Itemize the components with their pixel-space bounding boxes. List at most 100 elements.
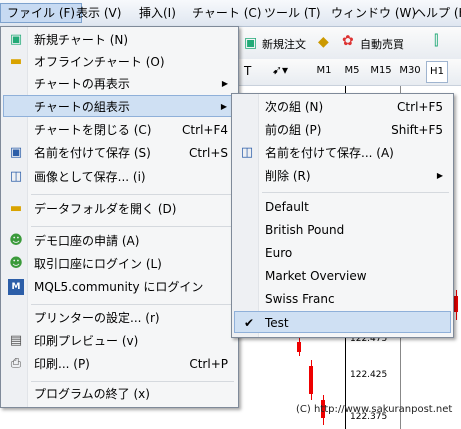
print-preview-icon: ▤ bbox=[9, 333, 23, 348]
file-menu: ▣ 新規チャート (N) ▬ オフラインチャート (O) チャートの再表示 ▶ … bbox=[0, 26, 239, 408]
menu-item-label: 前の組 (P) bbox=[265, 123, 322, 137]
menu-item-shortcut: Ctrl+F5 bbox=[397, 100, 443, 114]
menu-bar: ファイル (F) 表示 (V) 挿入(I) チャート (C) ツール (T) ウ… bbox=[0, 0, 461, 27]
menu-view[interactable]: 表示 (V) bbox=[70, 4, 127, 22]
menu-tools[interactable]: ツール (T) bbox=[258, 4, 327, 22]
user-login-icon: ☻ bbox=[9, 256, 23, 271]
menu-item-profile-test[interactable]: ✔ Test bbox=[234, 311, 451, 333]
save-icon: ▣ bbox=[9, 145, 23, 160]
menu-item-label: Euro bbox=[265, 246, 293, 260]
menu-item-label: プログラムの終了 (x) bbox=[34, 387, 150, 401]
menu-item-label: デモ口座の申請 (A) bbox=[34, 234, 140, 248]
menu-item-label: チャートの再表示 bbox=[34, 77, 130, 91]
menu-item-label: British Pound bbox=[265, 223, 345, 237]
mql5-icon: M bbox=[8, 279, 24, 295]
timeframe-m30[interactable]: M30 bbox=[397, 61, 423, 81]
menu-item-new-chart[interactable]: ▣ 新規チャート (N) bbox=[3, 29, 236, 51]
menu-item-label: 削除 (R) bbox=[265, 169, 311, 183]
standard-toolbar: ▣ 新規注文 ◆ ✿ 自動売買 ⫿ bbox=[238, 27, 461, 60]
menu-item-profiles[interactable]: チャートの組表示 ▶ bbox=[3, 95, 236, 117]
menu-item-label: MQL5.community にログイン bbox=[34, 280, 204, 294]
submenu-arrow-icon: ▶ bbox=[221, 79, 228, 88]
menu-item-print[interactable]: ⎙ 印刷... (P) Ctrl+P bbox=[3, 353, 236, 375]
menu-item-reshow-chart[interactable]: チャートの再表示 ▶ bbox=[3, 73, 236, 95]
menu-item-label: 名前を付けて保存... (A) bbox=[265, 146, 394, 160]
folder-icon: ▬ bbox=[9, 54, 23, 69]
menu-item-trade-login[interactable]: ☻ 取引口座にログイン (L) bbox=[3, 253, 236, 275]
menu-item-label: 印刷... (P) bbox=[34, 357, 90, 371]
menu-item-save-profile[interactable]: ◫ 名前を付けて保存... (A) bbox=[234, 142, 451, 164]
user-add-icon: ☻ bbox=[9, 233, 23, 248]
menu-item-label: Default bbox=[265, 200, 309, 214]
menu-item-label: オフラインチャート (O) bbox=[34, 55, 165, 69]
menu-item-printer-setup[interactable]: プリンターの設定... (r) bbox=[3, 307, 236, 329]
menu-item-label: 次の組 (N) bbox=[265, 100, 324, 114]
profiles-submenu: 次の組 (N) Ctrl+F5 前の組 (P) Shift+F5 ◫ 名前を付け… bbox=[231, 93, 454, 338]
menu-item-shortcut: Ctrl+P bbox=[189, 357, 228, 371]
menu-item-label: 印刷プレビュー (v) bbox=[34, 334, 139, 348]
menu-item-label: Test bbox=[265, 316, 289, 330]
menu-item-profile-euro[interactable]: Euro bbox=[234, 242, 451, 264]
timeframe-m1[interactable]: M1 bbox=[313, 61, 335, 81]
menu-item-label: Market Overview bbox=[265, 269, 367, 283]
menu-chart[interactable]: チャート (C) bbox=[186, 4, 267, 22]
menu-item-label: プリンターの設定... (r) bbox=[34, 311, 160, 325]
menu-item-print-preview[interactable]: ▤ 印刷プレビュー (v) bbox=[3, 330, 236, 352]
price-label: 122.425 bbox=[350, 370, 388, 380]
candle bbox=[297, 342, 301, 352]
menu-item-label: チャートの組表示 bbox=[34, 100, 130, 114]
menu-item-close-chart[interactable]: チャートを閉じる (C) Ctrl+F4 bbox=[3, 119, 236, 141]
menu-item-demo-account[interactable]: ☻ デモ口座の申請 (A) bbox=[3, 230, 236, 252]
menu-item-label: 新規チャート (N) bbox=[34, 33, 129, 47]
menu-item-label: データフォルダを開く (D) bbox=[34, 202, 177, 216]
menu-item-offline-chart[interactable]: ▬ オフラインチャート (O) bbox=[3, 51, 236, 73]
chart-add-icon[interactable]: ▣ bbox=[244, 35, 257, 51]
submenu-arrow-icon: ▶ bbox=[436, 171, 443, 180]
menu-separator bbox=[262, 192, 449, 193]
menu-insert[interactable]: 挿入(I) bbox=[133, 4, 182, 22]
menu-item-label: チャートを閉じる (C) bbox=[34, 123, 152, 137]
menu-item-label: 取引口座にログイン (L) bbox=[34, 257, 162, 271]
timeframe-m15[interactable]: M15 bbox=[367, 61, 395, 81]
menu-item-profile-default[interactable]: Default bbox=[234, 196, 451, 218]
checkmark-icon: ✔ bbox=[244, 316, 255, 330]
menu-item-label: 画像として保存... (i) bbox=[34, 170, 146, 184]
menu-separator bbox=[31, 194, 234, 195]
menu-item-shortcut: Shift+F5 bbox=[391, 123, 443, 137]
save-profile-icon: ◫ bbox=[240, 145, 254, 160]
menu-item-label: Swiss Franc bbox=[265, 292, 335, 306]
submenu-arrow-icon: ▶ bbox=[220, 102, 227, 111]
menu-item-save-as[interactable]: ▣ 名前を付けて保存 (S) Ctrl+S bbox=[3, 142, 236, 164]
menu-item-profile-british-pound[interactable]: British Pound bbox=[234, 219, 451, 241]
menu-item-exit[interactable]: プログラムの終了 (x) bbox=[3, 383, 236, 405]
timeframe-m5[interactable]: M5 bbox=[341, 61, 363, 81]
menu-item-shortcut: Ctrl+F4 bbox=[182, 123, 228, 137]
timeframe-h1[interactable]: H1 bbox=[426, 61, 448, 83]
new-order-button[interactable]: 新規注文 bbox=[262, 36, 306, 52]
menu-separator bbox=[31, 304, 234, 305]
arrows-tool-icon[interactable]: ➹▾ bbox=[272, 63, 288, 77]
menu-item-open-data-folder[interactable]: ▬ データフォルダを開く (D) bbox=[3, 198, 236, 220]
menu-item-shortcut: Ctrl+S bbox=[188, 146, 228, 160]
menu-separator bbox=[31, 226, 234, 227]
expert-icon[interactable]: ✿ bbox=[342, 33, 354, 49]
menu-item-prev-profile[interactable]: 前の組 (P) Shift+F5 bbox=[234, 119, 451, 141]
tag-icon[interactable]: ◆ bbox=[318, 34, 329, 50]
copyright-text: (C) http://www.sakuranpost.net bbox=[296, 404, 453, 415]
menu-item-delete-profile[interactable]: 削除 (R) ▶ bbox=[234, 165, 451, 187]
menu-help[interactable]: ヘルプ (H) bbox=[408, 4, 461, 22]
menu-item-label: 名前を付けて保存 (S) bbox=[34, 146, 151, 160]
auto-trade-button[interactable]: 自動売買 bbox=[360, 36, 404, 52]
text-tool-icon[interactable]: T bbox=[244, 64, 251, 78]
menu-separator bbox=[31, 381, 234, 382]
printer-icon: ⎙ bbox=[10, 356, 22, 371]
candle bbox=[309, 366, 313, 394]
candle bbox=[454, 296, 458, 312]
bar-chart-icon[interactable]: ⫿ bbox=[434, 33, 438, 49]
menu-item-profile-market-overview[interactable]: Market Overview bbox=[234, 265, 451, 287]
menu-item-save-image[interactable]: ◫ 画像として保存... (i) bbox=[3, 166, 236, 188]
menu-item-next-profile[interactable]: 次の組 (N) Ctrl+F5 bbox=[234, 96, 451, 118]
new-chart-icon: ▣ bbox=[9, 32, 23, 47]
menu-item-profile-swiss-franc[interactable]: Swiss Franc bbox=[234, 288, 451, 310]
menu-item-mql5-login[interactable]: M MQL5.community にログイン bbox=[3, 276, 236, 298]
